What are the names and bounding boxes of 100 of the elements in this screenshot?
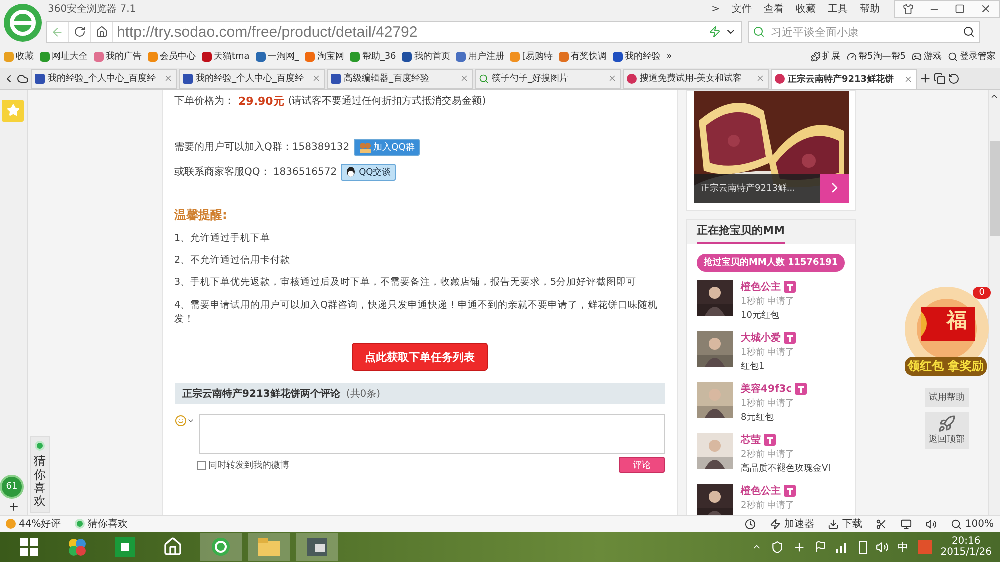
toolbar-item[interactable]: 帮5淘—帮5 [846, 50, 906, 64]
menu-item[interactable]: > [712, 4, 720, 14]
search-icon[interactable] [963, 26, 975, 38]
new-tab-icon[interactable] [919, 72, 932, 85]
toolbar-item[interactable]: 登录管家 [948, 50, 996, 64]
scrollbar[interactable] [988, 90, 1000, 516]
browser-tab[interactable]: 搜道免费试用-美女和试客 [623, 68, 769, 89]
menu-item[interactable]: 查看 [764, 2, 784, 16]
input-method[interactable]: 中 [898, 540, 909, 555]
bookmark[interactable]: 收藏 [4, 50, 34, 64]
prize-text: 高品质不褪色玫瑰金Vl [741, 462, 831, 475]
dot-icon [34, 441, 45, 452]
trial-help-button[interactable]: 试用帮助 [925, 388, 970, 407]
shirt-icon[interactable] [902, 4, 914, 14]
volume-icon[interactable] [876, 540, 889, 554]
plus-icon[interactable] [792, 540, 806, 554]
tips-heading: 温馨提醒: [174, 206, 228, 224]
close-tab-icon[interactable] [460, 74, 469, 84]
bookmark[interactable]: 我的经验 [612, 50, 661, 64]
vip-badge-icon [795, 382, 808, 395]
vip-badge-icon [784, 332, 796, 344]
bookmark[interactable]: 帮助_36 [350, 50, 396, 64]
bookmark[interactable]: 网址大全 [40, 50, 88, 64]
applicant-name[interactable]: 橙色公主 [741, 484, 782, 498]
browser-tab[interactable]: 筷子勺子_好搜图片 [475, 68, 621, 89]
menu-item[interactable]: 工具 [828, 2, 848, 16]
comment-submit-button[interactable]: 评论 [619, 457, 666, 474]
home-icon[interactable] [96, 26, 108, 38]
applicant-name[interactable]: 橙色公主 [741, 280, 782, 294]
undo-icon[interactable] [948, 72, 960, 85]
bookmark[interactable]: 淘宝网 [305, 50, 344, 64]
address-bar[interactable]: http://try.sodao.com/free/product/detail/42792 [46, 21, 742, 43]
applicant-name[interactable]: 美容49f3c [741, 382, 792, 396]
history-icon[interactable] [745, 518, 756, 530]
windows-start-icon[interactable] [20, 538, 38, 556]
lightning-icon[interactable] [709, 26, 721, 38]
task-list-button[interactable]: 点此获取下单任务列表 [352, 343, 488, 372]
maximize-icon[interactable] [955, 4, 965, 14]
close-tab-icon[interactable] [164, 74, 173, 84]
browser-tab[interactable]: 我的经验_个人中心_百度经 [179, 68, 325, 89]
scroll-thumb[interactable] [990, 140, 1000, 236]
browser-tab[interactable]: 我的经验_个人中心_百度经 [31, 68, 177, 89]
comment-field[interactable] [198, 414, 666, 454]
bookmark[interactable]: 天猫tma [202, 50, 250, 64]
search-engine-icon[interactable] [753, 26, 765, 38]
flag-icon[interactable] [814, 541, 827, 554]
toolbar-item[interactable]: 游戏 [912, 50, 942, 64]
close-tab-icon[interactable] [756, 74, 765, 84]
more-bookmarks[interactable]: » [666, 52, 672, 62]
bookmark[interactable]: 有奖快调 [558, 50, 607, 64]
applied-time: 1秒前 申请了 [741, 346, 796, 359]
reload-icon[interactable] [74, 26, 86, 38]
menu-item[interactable]: 收藏 [796, 2, 816, 16]
shield-icon[interactable] [770, 540, 784, 554]
toolbar-item[interactable]: 扩展 [810, 50, 841, 64]
favicon-icon [331, 74, 341, 84]
clock[interactable]: 20:16 2015/1/26 [940, 536, 992, 558]
colorful-circles-icon[interactable] [67, 537, 87, 558]
close-tab-icon[interactable] [904, 74, 913, 84]
bookmark[interactable]: [易购特 [510, 50, 553, 64]
zoom-level[interactable]: 100% [951, 518, 994, 530]
guess-status[interactable]: 猜你喜欢 [75, 517, 128, 532]
window-title: 360安全浏览器 7.1 [48, 2, 136, 16]
search-field[interactable]: 习近平谈全面小康 [748, 21, 980, 43]
guess-you-like-tab[interactable]: 猜你喜欢 [30, 436, 50, 514]
menu-item[interactable]: 文件 [732, 2, 752, 16]
accelerator-button[interactable]: 加速器 [770, 517, 814, 532]
plus-icon[interactable] [8, 501, 20, 514]
applicant-name[interactable]: 芯莹 [741, 432, 762, 447]
close-tab-icon[interactable] [608, 74, 617, 84]
rating-status[interactable]: 44%好评 [6, 517, 62, 532]
close-tab-icon[interactable] [312, 74, 321, 84]
home-icon[interactable] [163, 537, 183, 558]
menu-item[interactable]: 帮助 [860, 2, 880, 16]
download-icon [828, 518, 840, 530]
browser-tab[interactable]: 正宗云南特产9213鲜花饼 [771, 68, 917, 89]
download-button[interactable]: 下载 [828, 517, 862, 532]
browser-tab[interactable]: 高级编辑器_百度经验 [327, 68, 473, 89]
sound-icon[interactable] [926, 518, 938, 530]
bookmark[interactable]: 一淘网_ [256, 50, 300, 64]
notification-bubble[interactable]: 61 [0, 475, 24, 500]
bookmark[interactable]: 用户注册 [456, 50, 504, 64]
tip-text: 3、手机下单优先返款，审核通过后及时下单，不需要备注，收藏店铺，报告无要求，5分加好评截图即可 [174, 276, 638, 290]
qq-chat-button[interactable]: QQ交谈 [341, 164, 396, 181]
scissors-icon[interactable] [876, 518, 888, 530]
next-arrow-button[interactable] [820, 174, 850, 203]
bookmark[interactable]: 我的首页 [402, 50, 450, 64]
store-icon[interactable] [115, 537, 135, 558]
tabs-icon[interactable] [934, 72, 946, 85]
browser-task-button[interactable] [200, 533, 242, 562]
battery-icon[interactable] [858, 540, 867, 554]
cloud-icon[interactable] [17, 72, 29, 85]
monitor-icon[interactable] [901, 518, 912, 530]
applicant-name[interactable]: 大城小爱 [741, 330, 782, 345]
bookmark[interactable]: 我的广告 [94, 50, 142, 64]
share-checkbox[interactable]: 同时转发到我的微博 [196, 458, 290, 472]
back-to-top-button[interactable]: 返回顶部 [925, 412, 970, 449]
bookmark[interactable]: 会员中心 [148, 50, 196, 64]
photo-task-button[interactable] [296, 533, 338, 562]
close-icon[interactable] [980, 3, 992, 15]
